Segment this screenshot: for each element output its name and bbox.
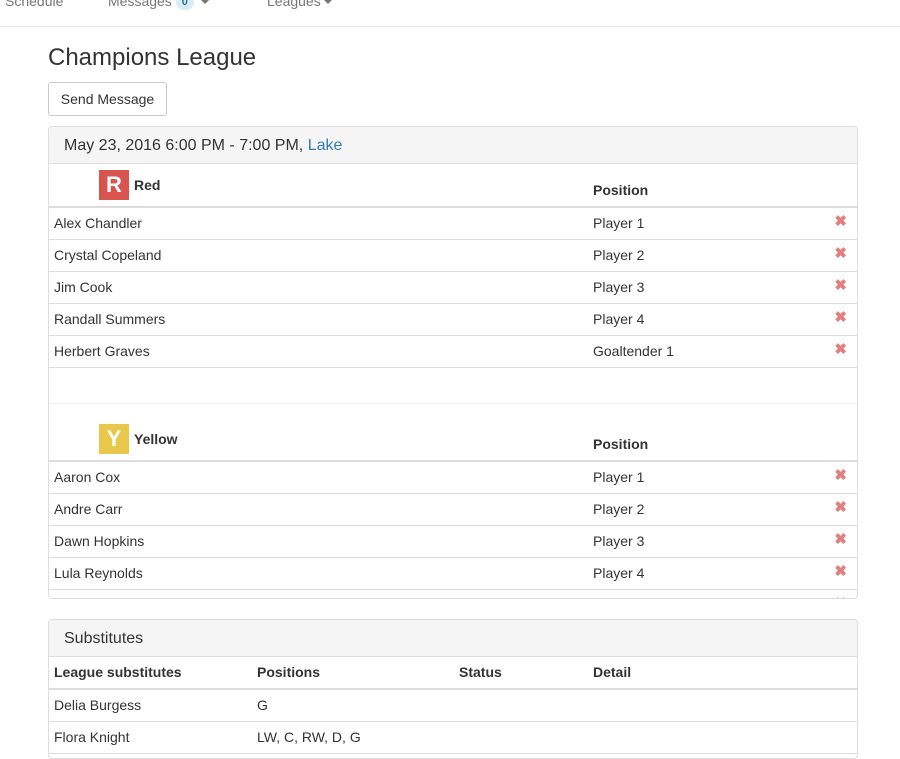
player-name: Crystal Copeland [54,247,162,263]
team-name: Yellow [134,431,178,447]
remove-player-icon[interactable]: ✖ [834,277,847,295]
team-name: Red [134,177,161,193]
nav-messages-label: Messages [108,0,172,9]
remove-player-icon[interactable]: ✖ [834,595,847,598]
player-position: Player 2 [593,247,645,263]
player-position: Player 3 [593,533,645,549]
remove-player-icon[interactable]: ✖ [834,467,847,485]
team-color-badge: R [99,170,129,200]
player-position: Player 1 [593,215,645,231]
position-column-header: Position [593,182,649,198]
game-datetime: May 23, 2016 6:00 PM - 7:00 PM, [64,137,308,154]
remove-player-icon[interactable]: ✖ [834,341,847,359]
player-position: Goaltender 1 [593,597,674,598]
remove-player-icon[interactable]: ✖ [834,213,847,231]
remove-player-icon[interactable]: ✖ [834,245,847,263]
player-row: Crystal Copeland Player 2 ✖ [49,240,857,272]
header-status: Status [459,664,502,680]
player-position: Player 4 [593,565,645,581]
player-name: Andre Carr [54,501,123,517]
remove-player-icon[interactable]: ✖ [834,563,847,581]
remove-player-icon[interactable]: ✖ [834,531,847,549]
substitute-name: Delia Burgess [54,697,142,713]
top-navbar: Schedule Messages 0 Leagues [0,0,900,27]
team-header: R Red Position [49,164,857,208]
substitute-row: Flora Knight LW, C, RW, D, G [49,722,857,754]
player-row: Jim Cook Player 3 ✖ [49,272,857,304]
substitutes-table-header: League substitutes Positions Status Deta… [49,657,857,690]
caret-down-icon [200,0,209,5]
send-message-button[interactable]: Send Message [48,82,167,116]
player-name: Jim Cook [54,279,113,295]
player-row: Randall Summers Player 4 ✖ [49,304,857,336]
substitute-name: Flora Knight [54,729,130,745]
nav-messages[interactable]: Messages 0 [108,0,209,10]
nav-leagues[interactable]: Leagues [267,0,332,9]
player-name: Randall Summers [54,311,166,327]
player-name: Dawn Hopkins [54,533,145,549]
nav-leagues-label: Leagues [267,0,321,9]
remove-player-icon[interactable]: ✖ [834,499,847,517]
page-title: Champions League [48,44,257,71]
player-row: Alex Chandler Player 1 ✖ [49,208,857,240]
player-name: Christian Terry [54,597,144,598]
player-row: Lula Reynolds Player 4 ✖ [49,558,857,590]
player-name: Herbert Graves [54,343,150,359]
substitute-row: Delia Burgess G [49,690,857,722]
player-position: Goaltender 1 [593,343,674,359]
player-position: Player 3 [593,279,645,295]
substitute-positions: G [257,697,268,713]
substitutes-panel: Substitutes League substitutes Positions… [48,619,858,759]
player-row: Herbert Graves Goaltender 1 ✖ [49,336,857,368]
substitute-positions: LW, C, RW, D, G [257,729,361,745]
player-row: Andre Carr Player 2 ✖ [49,494,857,526]
game-heading: May 23, 2016 6:00 PM - 7:00 PM, Lake [49,127,857,164]
substitutes-heading: Substitutes [49,620,857,657]
game-panel: May 23, 2016 6:00 PM - 7:00 PM, Lake R Re… [48,126,858,599]
player-position: Player 4 [593,311,645,327]
messages-count-badge: 0 [175,0,194,10]
location-link[interactable]: Lake [308,137,343,154]
player-row: Christian Terry Goaltender 1 ✖ [49,590,857,598]
teams-container: R Red Position Alex Chandler Player 1 ✖ Crysta… [49,164,857,598]
player-name: Alex Chandler [54,215,142,231]
team-color-badge: Y [99,424,129,454]
player-row: Dawn Hopkins Player 3 ✖ [49,526,857,558]
remove-player-icon[interactable]: ✖ [834,309,847,327]
player-position: Player 2 [593,501,645,517]
header-league-substitutes: League substitutes [54,664,182,680]
team-header: Y Yellow Position [49,418,857,462]
player-name: Lula Reynolds [54,565,143,581]
nav-schedule[interactable]: Schedule [5,0,63,9]
team-spacer [49,368,857,404]
player-row: Aaron Cox Player 1 ✖ [49,462,857,494]
substitutes-rows: Delia Burgess G Flora Knight LW, C, RW, D, … [49,690,857,754]
player-position: Player 1 [593,469,645,485]
header-positions: Positions [257,664,321,680]
header-detail: Detail [593,664,632,680]
player-name: Aaron Cox [54,469,121,485]
caret-down-icon [323,0,332,5]
position-column-header: Position [593,436,649,452]
team-spacer [49,404,857,418]
